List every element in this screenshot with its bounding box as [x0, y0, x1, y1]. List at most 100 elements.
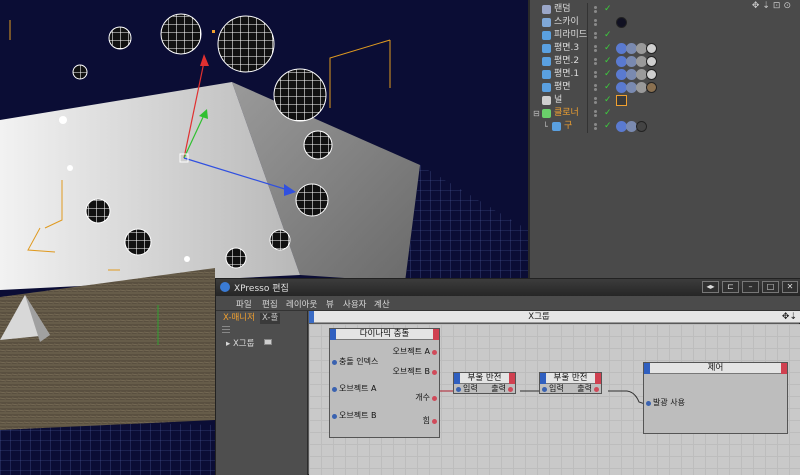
object-row[interactable]: 평면.2 ✓ — [530, 55, 800, 68]
object-type-icon — [542, 83, 551, 92]
material-tag-icon[interactable] — [636, 121, 647, 132]
enabled-check-icon[interactable]: ✓ — [604, 42, 612, 55]
tab-x-pool[interactable]: X-풀 — [260, 313, 281, 324]
visibility-dots-icon[interactable] — [594, 45, 598, 52]
menu-calculate[interactable]: 계산 — [374, 298, 390, 310]
port-negate2-output[interactable] — [594, 387, 599, 392]
column-separator — [587, 120, 588, 133]
port-in-object-b[interactable] — [332, 414, 337, 419]
object-type-icon — [542, 31, 551, 40]
material-tag-icon[interactable] — [616, 17, 627, 28]
object-row[interactable]: 평면.3 ✓ — [530, 42, 800, 55]
enabled-check-icon[interactable]: ✓ — [604, 29, 612, 42]
label-force: 힘 — [422, 416, 430, 425]
menu-view[interactable]: 뷰 — [326, 298, 334, 310]
object-name[interactable]: 널 — [554, 94, 562, 107]
object-name[interactable]: 랜덤 — [554, 3, 571, 16]
material-tag-icon[interactable] — [646, 69, 657, 80]
xpresso-title-bar[interactable]: XPresso 편집 ◂▸ ⊏ – □ ✕ — [216, 279, 800, 296]
menu-file[interactable]: 파일 — [236, 298, 252, 310]
port-out-force[interactable] — [432, 419, 437, 424]
column-separator — [587, 107, 588, 120]
node-dynamics-collision[interactable]: 다이나믹 충돌 충돌 인덱스 오브젝트 A 오브젝트 B 오브젝트 A 오브젝트… — [329, 328, 440, 438]
label-use-glow: 발광 사용 — [653, 398, 685, 407]
xpresso-editor-window: XPresso 편집 ◂▸ ⊏ – □ ✕ 파일 편집 레이아웃 뷰 사용자 계… — [215, 278, 800, 475]
material-tag-icon[interactable] — [646, 43, 657, 54]
node-negate-2[interactable]: 부울 반전 입력 출력 — [539, 372, 602, 394]
object-name[interactable]: 평면.3 — [554, 42, 579, 55]
object-row[interactable]: ⊟ 클로너 ✓ — [530, 107, 800, 120]
visibility-dots-icon[interactable] — [594, 19, 598, 26]
column-separator — [587, 3, 588, 16]
column-separator — [587, 94, 588, 107]
visibility-dots-icon[interactable] — [594, 97, 598, 104]
enabled-check-icon[interactable]: ✓ — [604, 81, 612, 94]
enabled-check-icon[interactable]: ✓ — [604, 68, 612, 81]
port-out-object-b[interactable] — [432, 370, 437, 375]
node-control-title: 제어 — [707, 363, 724, 373]
xpresso-tag-icon[interactable] — [616, 95, 627, 106]
object-row[interactable]: └ 구 ✓ — [530, 120, 800, 133]
nav-arrows-button[interactable]: ◂▸ — [702, 281, 719, 293]
enabled-check-icon[interactable]: ✓ — [604, 107, 612, 120]
menu-edit[interactable]: 편집 — [262, 298, 278, 310]
node-negate-1[interactable]: 부울 반전 입력 출력 — [453, 372, 516, 394]
tree-toggle-icon[interactable]: ⊟ — [533, 107, 540, 120]
node-control[interactable]: 제어 발광 사용 — [643, 362, 788, 434]
object-name[interactable]: 평면 — [554, 81, 571, 94]
maximize-button[interactable]: □ — [762, 281, 779, 293]
object-type-icon — [542, 44, 551, 53]
xgroup-title: X그룹 — [528, 312, 550, 322]
object-row[interactable]: 랜덤 ✓ — [530, 3, 800, 16]
port-in-collision-index[interactable] — [332, 360, 337, 365]
port-out-object-a[interactable] — [432, 350, 437, 355]
node-dynamics-title: 다이나믹 충돌 — [359, 329, 410, 339]
port-control-use-glow[interactable] — [646, 401, 651, 406]
move-zoom-icon[interactable]: ✥⇣ — [782, 311, 797, 323]
window-icon-button[interactable]: ⊏ — [722, 281, 739, 293]
object-row[interactable]: 널 ✓ — [530, 94, 800, 107]
material-tag-icon[interactable] — [646, 82, 657, 93]
port-negate1-input[interactable] — [456, 387, 461, 392]
object-name[interactable]: 구 — [564, 120, 572, 133]
enabled-check-icon[interactable]: ✓ — [604, 55, 612, 68]
object-name[interactable]: 평면.2 — [554, 55, 579, 68]
port-negate2-input[interactable] — [542, 387, 547, 392]
object-row[interactable]: 평면.1 ✓ — [530, 68, 800, 81]
xgroup-tree-item[interactable]: ▸ X그룹 — [226, 337, 254, 349]
visibility-dots-icon[interactable] — [594, 123, 598, 130]
object-name[interactable]: 클로너 — [554, 107, 579, 120]
object-row[interactable]: 스카이 — [530, 16, 800, 29]
tab-x-manager[interactable]: X-매니저 — [221, 313, 257, 324]
label-out-object-b: 오브젝트 B — [392, 367, 430, 376]
close-button[interactable]: ✕ — [782, 281, 798, 293]
enabled-check-icon[interactable]: ✓ — [604, 94, 612, 107]
visibility-dots-icon[interactable] — [594, 6, 598, 13]
visibility-dots-icon[interactable] — [594, 84, 598, 91]
node-negate2-title: 부울 반전 — [553, 373, 588, 383]
minimize-button[interactable]: – — [742, 281, 759, 293]
object-name[interactable]: 스카이 — [554, 16, 579, 29]
visibility-dots-icon[interactable] — [594, 32, 598, 39]
material-tag-icon[interactable] — [646, 56, 657, 67]
object-row[interactable]: 피라미드 ✓ — [530, 29, 800, 42]
object-row[interactable]: 평면 ✓ — [530, 81, 800, 94]
visibility-dots-icon[interactable] — [594, 71, 598, 78]
object-name[interactable]: 피라미드 — [554, 29, 587, 42]
menu-user[interactable]: 사용자 — [343, 298, 366, 310]
port-in-object-a[interactable] — [332, 387, 337, 392]
wire-negate2-to-control — [608, 390, 646, 405]
enabled-check-icon[interactable]: ✓ — [604, 3, 612, 16]
enabled-check-icon[interactable]: ✓ — [604, 120, 612, 133]
object-manager: ✥⇣⊡⊙ 랜덤 ✓ 스카이 피라미드 ✓ 평면.3 ✓ 평면.2 ✓ 평면.1 ✓ 평면 ✓ 널 ✓ ⊟ 클로너… — [528, 0, 800, 278]
port-negate1-output[interactable] — [508, 387, 513, 392]
object-name[interactable]: 평면.1 — [554, 68, 579, 81]
visibility-dots-icon[interactable] — [594, 58, 598, 65]
menu-layout[interactable]: 레이아웃 — [286, 298, 317, 310]
label-in-object-b: 오브젝트 B — [339, 411, 377, 420]
visibility-dots-icon[interactable] — [594, 110, 598, 117]
xpresso-node-graph[interactable]: 다이나믹 충돌 충돌 인덱스 오브젝트 A 오브젝트 B 오브젝트 A 오브젝트… — [309, 324, 800, 475]
xgroup-header[interactable]: X그룹 ✥⇣ — [309, 311, 800, 323]
xpresso-title: XPresso 편집 — [234, 284, 289, 294]
port-out-count[interactable] — [432, 396, 437, 401]
